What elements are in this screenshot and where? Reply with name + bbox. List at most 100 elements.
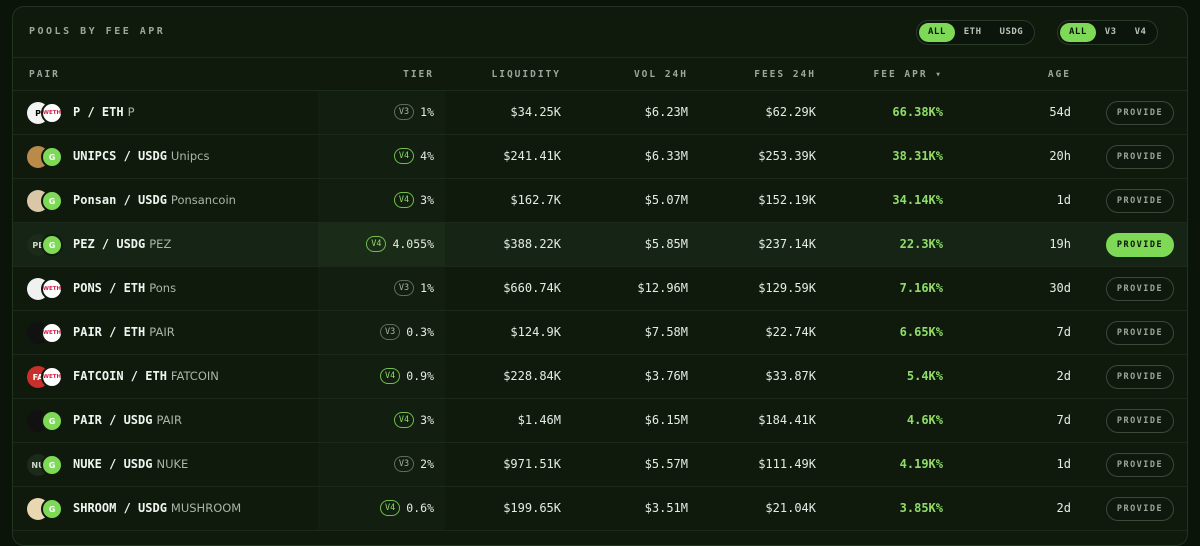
tier-value: 4.055%: [392, 237, 434, 251]
fee-tier: V3 0.3%: [380, 324, 434, 340]
pair-label[interactable]: Ponsan / USDG Ponsancoin: [73, 193, 236, 207]
age-value: 1d: [1056, 457, 1071, 471]
provide-button[interactable]: PROVIDE: [1106, 365, 1174, 389]
provide-button[interactable]: PROVIDE: [1106, 233, 1174, 257]
table-row[interactable]: WETH PAIR / ETH PAIR V3 0.3% $124.9K $7.58M $22…: [13, 311, 1187, 355]
version-badge: V4: [380, 500, 401, 516]
pair-label[interactable]: FATCOIN / ETH FATCOIN: [73, 369, 219, 383]
quote-token-icon: WETH: [41, 366, 63, 388]
chain-filter-eth[interactable]: ETH: [955, 23, 991, 42]
token-name: Unipcs: [170, 149, 210, 163]
pair-symbol: PONS / ETH: [73, 281, 146, 295]
fees-value: $62.29K: [765, 105, 816, 119]
pair-icons: WETH: [27, 322, 67, 344]
pair-label[interactable]: P / ETH P: [73, 105, 135, 119]
tier-value: 0.3%: [406, 325, 434, 339]
liquidity-value: $971.51K: [503, 457, 561, 471]
tier-value: 2%: [420, 457, 434, 471]
column-headers: PAIR TIER LIQUIDITY VOL 24H FEES 24H FEE…: [13, 58, 1187, 91]
pair-symbol: PAIR / USDG: [73, 413, 153, 427]
pair-label[interactable]: UNIPCS / USDG Unipcs: [73, 149, 209, 163]
fee-tier: V4 3%: [393, 192, 434, 208]
fee-tier: V4 4.055%: [366, 236, 434, 252]
col-pair[interactable]: PAIR: [29, 69, 60, 80]
provide-button[interactable]: PROVIDE: [1106, 409, 1174, 433]
version-filter: ALL V3 V4: [1057, 20, 1159, 45]
pair-icons: PE G: [27, 234, 67, 256]
quote-token-icon: WETH: [41, 102, 63, 124]
age-value: 19h: [1049, 237, 1071, 251]
pair-label[interactable]: SHROOM / USDG MUSHROOM: [73, 501, 241, 515]
provide-button[interactable]: PROVIDE: [1106, 189, 1174, 213]
fee-tier: V3 1%: [393, 104, 434, 120]
fee-tier: V4 0.9%: [380, 368, 434, 384]
token-name: PAIR: [156, 413, 182, 427]
token-name: Ponsancoin: [170, 193, 236, 207]
fees-value: $22.74K: [765, 325, 816, 339]
fees-value: $152.19K: [758, 193, 816, 207]
quote-token-icon: G: [41, 190, 63, 212]
token-name: NUKE: [156, 457, 189, 471]
table-row[interactable]: G UNIPCS / USDG Unipcs V4 4% $241.41K $6.33M $2…: [13, 135, 1187, 179]
chain-filter-all[interactable]: ALL: [919, 23, 955, 42]
pair-icons: P WETH: [27, 102, 67, 124]
token-name: P: [127, 105, 135, 119]
table-row[interactable]: G Ponsan / USDG Ponsancoin V4 3% $162.7K $5.07…: [13, 179, 1187, 223]
age-value: 7d: [1056, 325, 1071, 339]
table-row[interactable]: FA WETH FATCOIN / ETH FATCOIN V4 0.9% $228.84K…: [13, 355, 1187, 399]
liquidity-value: $124.9K: [510, 325, 561, 339]
pair-symbol: UNIPCS / USDG: [73, 149, 167, 163]
pair-symbol: P / ETH: [73, 105, 124, 119]
chain-filter: ALL ETH USDG: [916, 20, 1036, 45]
volume-value: $12.96M: [637, 281, 688, 295]
col-fees[interactable]: FEES 24H: [754, 69, 816, 80]
provide-button[interactable]: PROVIDE: [1106, 145, 1174, 169]
panel-title: POOLS BY FEE APR: [29, 26, 166, 37]
version-badge: V4: [393, 148, 415, 164]
tier-value: 1%: [420, 281, 434, 295]
provide-button[interactable]: PROVIDE: [1106, 101, 1174, 125]
liquidity-value: $388.22K: [503, 237, 561, 251]
provide-button[interactable]: PROVIDE: [1106, 277, 1174, 301]
liquidity-value: $228.84K: [503, 369, 561, 383]
table-row[interactable]: NU G NUKE / USDG NUKE V3 2% $971.51K $5.57M $111…: [13, 443, 1187, 487]
apr-value: 38.31K%: [892, 149, 943, 163]
fee-tier: V4 4%: [393, 148, 434, 164]
table-row[interactable]: WETH PONS / ETH Pons V3 1% $660.74K $12.96M $12…: [13, 267, 1187, 311]
quote-token-icon: G: [41, 498, 63, 520]
liquidity-value: $162.7K: [510, 193, 561, 207]
table-row[interactable]: PE G PEZ / USDG PEZ V4 4.055% $388.22K $5.85M $2…: [13, 223, 1187, 267]
liquidity-value: $660.74K: [503, 281, 561, 295]
col-age[interactable]: AGE: [1048, 69, 1071, 80]
version-badge: V3: [393, 456, 415, 472]
col-vol[interactable]: VOL 24H: [634, 69, 688, 80]
pair-label[interactable]: PONS / ETH Pons: [73, 281, 176, 295]
chain-filter-usdg[interactable]: USDG: [991, 23, 1033, 42]
provide-button[interactable]: PROVIDE: [1106, 497, 1174, 521]
col-liquidity[interactable]: LIQUIDITY: [492, 69, 561, 80]
volume-value: $5.07M: [644, 193, 688, 207]
pair-label[interactable]: PEZ / USDG PEZ: [73, 237, 171, 251]
pair-label[interactable]: PAIR / USDG PAIR: [73, 413, 182, 427]
table-row[interactable]: G SHROOM / USDG MUSHROOM V4 0.6% $199.65K $3.5…: [13, 487, 1187, 531]
version-filter-v3[interactable]: V3: [1096, 23, 1126, 42]
pair-icons: G: [27, 498, 67, 520]
quote-token-icon: G: [41, 146, 63, 168]
fees-value: $237.14K: [758, 237, 816, 251]
version-filter-v4[interactable]: V4: [1126, 23, 1156, 42]
pair-label[interactable]: NUKE / USDG NUKE: [73, 457, 188, 471]
table-row[interactable]: G PAIR / USDG PAIR V4 3% $1.46M $6.15M $184.41K…: [13, 399, 1187, 443]
apr-value: 22.3K%: [899, 237, 943, 251]
provide-button[interactable]: PROVIDE: [1106, 453, 1174, 477]
version-filter-all[interactable]: ALL: [1060, 23, 1096, 42]
pools-table-body: P WETH P / ETH P V3 1% $34.25K $6.23M $62.29K 66.…: [13, 91, 1187, 531]
liquidity-value: $1.46M: [517, 413, 561, 427]
provide-button[interactable]: PROVIDE: [1106, 321, 1174, 345]
quote-token-icon: G: [41, 454, 63, 476]
fee-tier: V3 2%: [393, 456, 434, 472]
token-name: PEZ: [149, 237, 172, 251]
table-row[interactable]: P WETH P / ETH P V3 1% $34.25K $6.23M $62.29K 66.…: [13, 91, 1187, 135]
col-tier[interactable]: TIER: [403, 69, 434, 80]
pair-label[interactable]: PAIR / ETH PAIR: [73, 325, 175, 339]
col-apr[interactable]: FEE APR ▾: [874, 69, 943, 80]
